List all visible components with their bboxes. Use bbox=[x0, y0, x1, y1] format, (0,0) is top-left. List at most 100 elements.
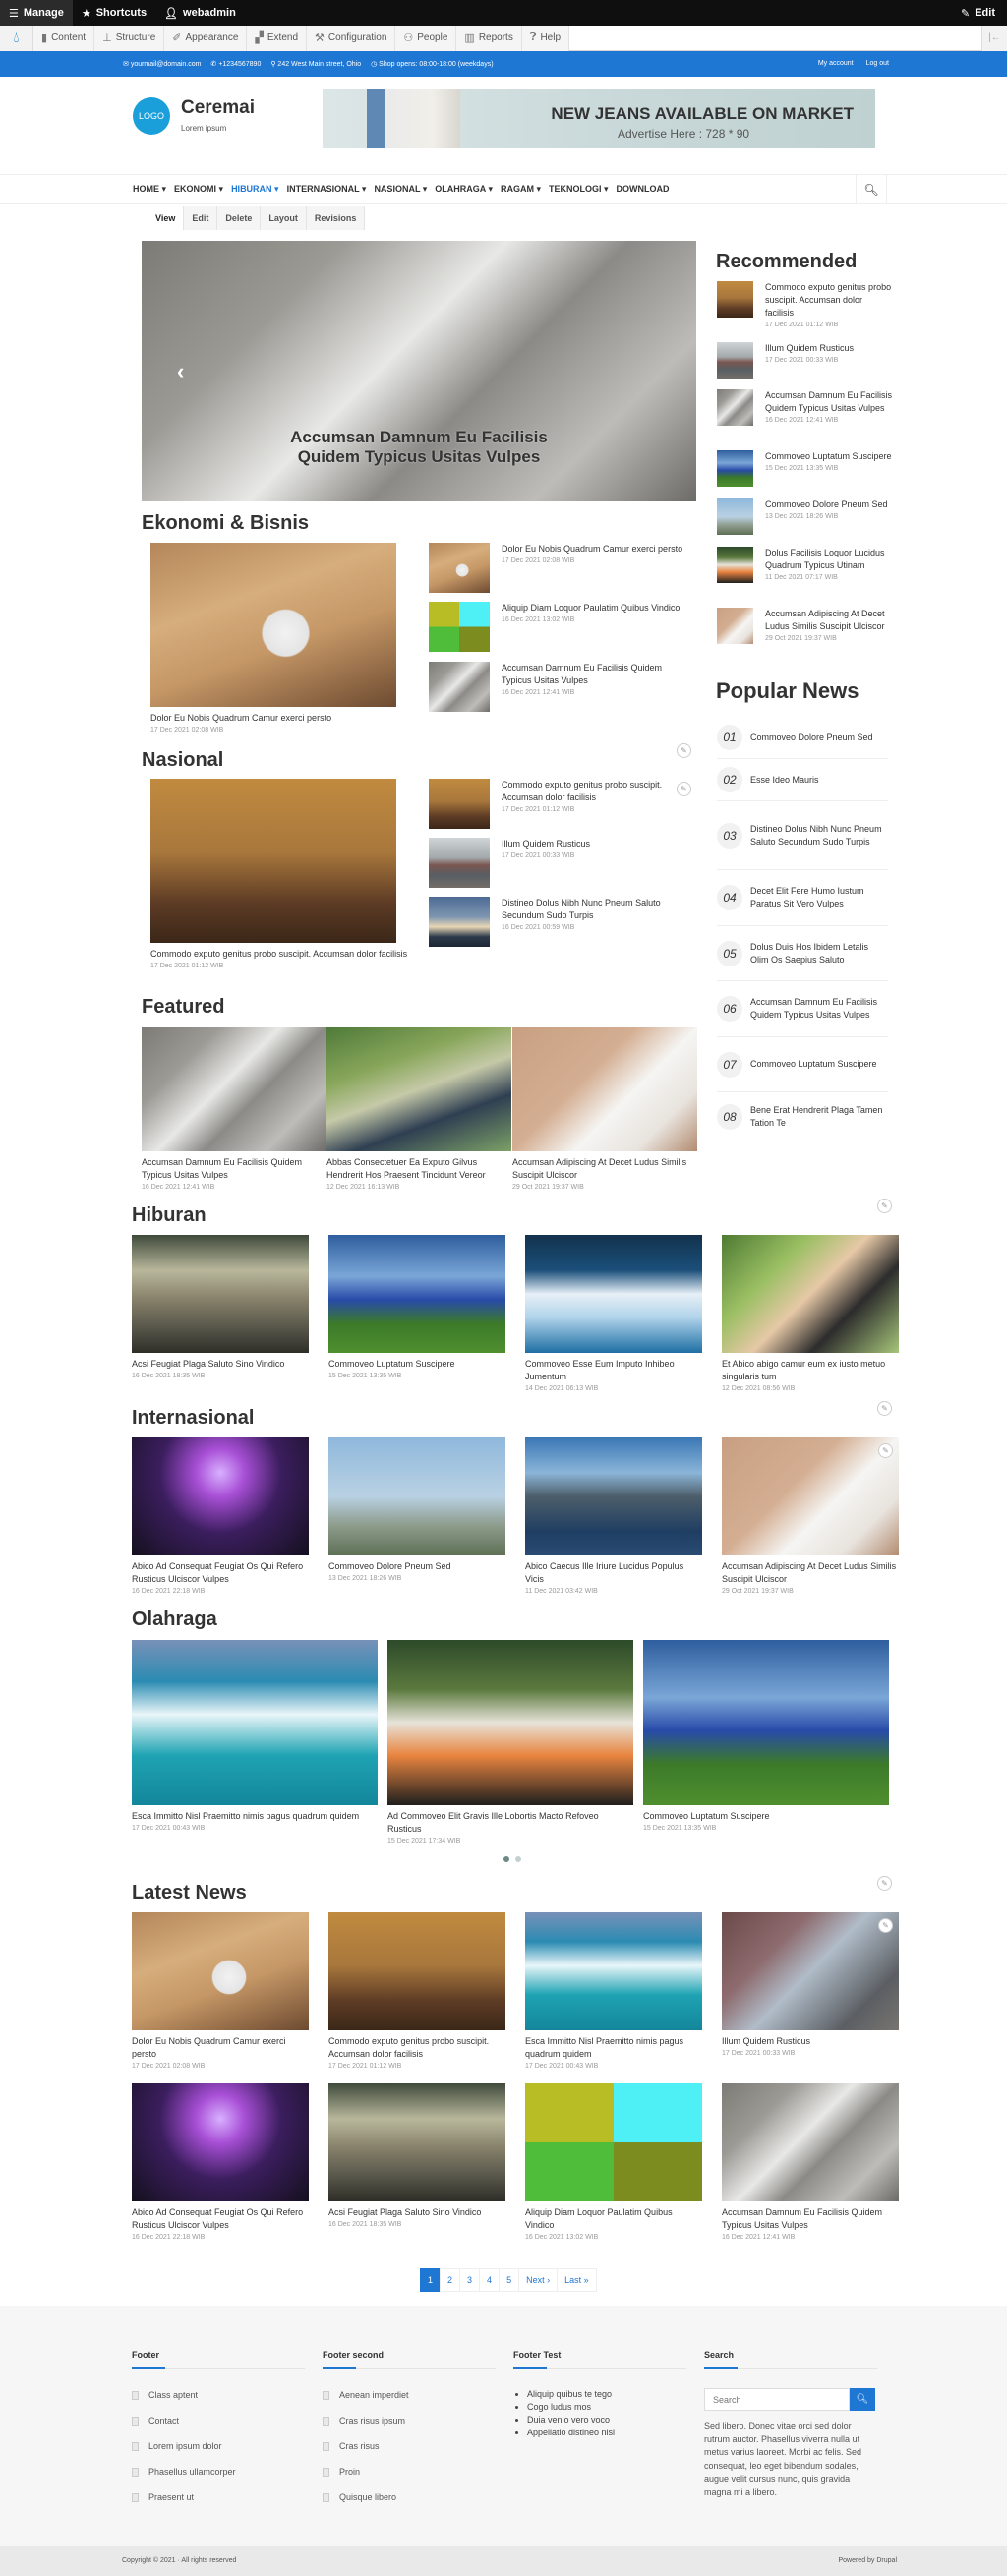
article-image[interactable] bbox=[387, 1640, 633, 1805]
nav-home[interactable]: HOME ▾ bbox=[133, 184, 166, 195]
article-image[interactable] bbox=[132, 1437, 309, 1555]
article-image[interactable] bbox=[512, 1027, 697, 1151]
article-title[interactable]: Accumsan Damnum Eu Facilisis Quidem Typi… bbox=[142, 1156, 328, 1182]
popular-item[interactable]: 02 Esse Ideo Mauris bbox=[717, 759, 888, 801]
article-title[interactable]: Abbas Consectetuer Ea Exputo Gilvus Hend… bbox=[326, 1156, 513, 1182]
popular-title[interactable]: Distineo Dolus Nibh Nunc Pneum Saluto Se… bbox=[750, 823, 888, 849]
page-2[interactable]: 2 bbox=[440, 2268, 461, 2292]
edit-pencil-icon[interactable]: ✎ bbox=[878, 1443, 893, 1458]
popular-item[interactable]: 08 Bene Erat Hendrerit Plaga Tamen Tation… bbox=[717, 1092, 888, 1142]
footer-link[interactable]: Praesent ut bbox=[132, 2492, 305, 2518]
edit-block-pencil-icon[interactable]: ✎ bbox=[677, 782, 691, 796]
article-image[interactable] bbox=[132, 2083, 309, 2201]
featured-card[interactable]: Abbas Consectetuer Ea Exputo Gilvus Hend… bbox=[326, 1027, 513, 1193]
article-image[interactable] bbox=[328, 1437, 505, 1555]
list-item[interactable]: Accumsan Damnum Eu Facilisis Quidem Typi… bbox=[717, 389, 893, 426]
edit-block-pencil-icon[interactable]: ✎ bbox=[877, 1401, 892, 1416]
popular-title[interactable]: Bene Erat Hendrerit Plaga Tamen Tation T… bbox=[750, 1104, 888, 1130]
article-image[interactable] bbox=[525, 1912, 702, 2030]
article-thumb[interactable] bbox=[429, 662, 490, 712]
article-title[interactable]: Commodo exputo genitus probo suscipit. A… bbox=[502, 779, 683, 804]
article-image[interactable] bbox=[142, 1027, 326, 1151]
nav-download[interactable]: DOWNLOAD bbox=[617, 184, 670, 195]
grid-card[interactable]: Abico Ad Consequat Feugiat Os Qui Refero… bbox=[132, 1437, 309, 1597]
powered-by-link[interactable]: Powered by Drupal bbox=[838, 2557, 897, 2564]
carousel-dot-1[interactable] bbox=[504, 1856, 509, 1862]
grid-card[interactable]: Commoveo Esse Eum Imputo Inhibeo Jumentu… bbox=[525, 1235, 702, 1394]
article-title[interactable]: Acsi Feugiat Plaga Saluto Sino Vindico bbox=[132, 1358, 309, 1371]
list-item[interactable]: Dolor Eu Nobis Quadrum Camur exerci pers… bbox=[429, 543, 683, 593]
footer-list-item[interactable]: Aliquip quibus te tego bbox=[527, 2388, 686, 2401]
article-title[interactable]: Commoveo Luptatum Suscipere bbox=[328, 1358, 505, 1371]
article-title[interactable]: Illum Quidem Rusticus bbox=[765, 342, 893, 355]
footer-link[interactable]: Quisque libero bbox=[323, 2492, 496, 2518]
article-image[interactable] bbox=[525, 2083, 702, 2201]
site-logo[interactable]: LOGO bbox=[133, 97, 170, 135]
popular-item[interactable]: 03 Distineo Dolus Nibh Nunc Pneum Saluto … bbox=[717, 801, 888, 870]
article-title[interactable]: Abico Caecus Ille Iriure Lucidus Populus… bbox=[525, 1560, 702, 1586]
popular-item[interactable]: 05 Dolus Duis Hos Ibidem Letalis Olim Os … bbox=[717, 926, 888, 981]
hero-slider[interactable]: ‹ Accumsan Damnum Eu Facilisis Quidem Ty… bbox=[142, 241, 696, 501]
list-item[interactable]: Commodo exputo genitus probo suscipit. A… bbox=[717, 281, 893, 330]
grid-card[interactable]: Accumsan Damnum Eu Facilisis Quidem Typi… bbox=[722, 2083, 899, 2243]
popular-title[interactable]: Dolus Duis Hos Ibidem Letalis Olim Os Sa… bbox=[750, 941, 888, 966]
edit-block-pencil-icon[interactable]: ✎ bbox=[677, 743, 691, 758]
nav-teknologi[interactable]: TEKNOLOGI ▾ bbox=[549, 184, 609, 195]
grid-card[interactable]: Aliquip Diam Loquor Paulatim Quibus Vind… bbox=[525, 2083, 702, 2243]
grid-card[interactable]: Commoveo Luptatum Suscipere 15 Dec 2021 1… bbox=[328, 1235, 505, 1381]
page-5[interactable]: 5 bbox=[499, 2268, 520, 2292]
popular-title[interactable]: Commoveo Dolore Pneum Sed bbox=[750, 732, 873, 744]
grid-card[interactable]: Dolor Eu Nobis Quadrum Camur exerci pers… bbox=[132, 1912, 309, 2072]
list-item[interactable]: Accumsan Damnum Eu Facilisis Quidem Typi… bbox=[429, 662, 683, 712]
article-title[interactable]: Dolus Facilisis Loquor Lucidus Quadrum T… bbox=[765, 547, 893, 572]
article-title[interactable]: Accumsan Adipiscing At Decet Ludus Simil… bbox=[722, 1560, 899, 1586]
footer-list-item[interactable]: Cogo ludus mos bbox=[527, 2401, 686, 2414]
edit-block-pencil-icon[interactable]: ✎ bbox=[877, 1199, 892, 1213]
footer-search-button[interactable]: 🔍︎ bbox=[850, 2388, 875, 2411]
user-button[interactable]: 👤︎ webadmin bbox=[155, 0, 245, 26]
list-item[interactable]: Accumsan Adipiscing At Decet Ludus Simil… bbox=[717, 608, 893, 644]
article-title[interactable]: Illum Quidem Rusticus bbox=[502, 838, 683, 850]
grid-card[interactable]: Commodo exputo genitus probo suscipit. A… bbox=[328, 1912, 505, 2072]
article-image[interactable]: ✎ bbox=[722, 1437, 899, 1555]
article-title[interactable]: Abico Ad Consequat Feugiat Os Qui Refero… bbox=[132, 2206, 309, 2232]
footer-link[interactable]: Contact bbox=[132, 2416, 305, 2441]
article-image[interactable] bbox=[328, 1235, 505, 1353]
article-thumb[interactable] bbox=[429, 897, 490, 947]
article-title[interactable]: Abico Ad Consequat Feugiat Os Qui Refero… bbox=[132, 1560, 309, 1586]
article-title[interactable]: Et Abico abigo camur eum ex iusto metuo … bbox=[722, 1358, 899, 1383]
article-title[interactable]: Illum Quidem Rusticus bbox=[722, 2035, 899, 2048]
nav-ekonomi[interactable]: EKONOMI ▾ bbox=[174, 184, 223, 195]
article-image[interactable]: ✎ bbox=[722, 1912, 899, 2030]
footer-link[interactable]: Lorem ipsum dolor bbox=[132, 2441, 305, 2467]
page-1[interactable]: 1 bbox=[420, 2268, 442, 2292]
search-icon[interactable]: 🔍︎ bbox=[856, 175, 887, 204]
article-thumb[interactable] bbox=[717, 608, 753, 644]
article-title[interactable]: Accumsan Damnum Eu Facilisis Quidem Typi… bbox=[502, 662, 683, 687]
list-item[interactable]: Commodo exputo genitus probo suscipit. A… bbox=[429, 779, 683, 829]
collapse-tray-icon[interactable]: |← bbox=[981, 25, 1007, 51]
grid-card[interactable]: Abico Ad Consequat Feugiat Os Qui Refero… bbox=[132, 2083, 309, 2243]
next-page[interactable]: Next › bbox=[518, 2268, 559, 2292]
article-image[interactable] bbox=[722, 1235, 899, 1353]
list-item[interactable]: Distineo Dolus Nibh Nunc Pneum Saluto Se… bbox=[429, 897, 683, 947]
footer-search-input[interactable] bbox=[704, 2388, 850, 2411]
popular-item[interactable]: 07 Commoveo Luptatum Suscipere bbox=[717, 1037, 888, 1092]
article-title[interactable]: Aliquip Diam Loquor Paulatim Quibus Vind… bbox=[502, 602, 683, 615]
my-account-link[interactable]: My account bbox=[818, 60, 854, 67]
tab-layout[interactable]: Layout bbox=[261, 206, 307, 230]
nav-nasional[interactable]: NASIONAL ▾ bbox=[374, 184, 427, 195]
grid-card[interactable]: Et Abico abigo camur eum ex iusto metuo … bbox=[722, 1235, 899, 1394]
footer-list-item[interactable]: Appellatio distineo nisl bbox=[527, 2427, 686, 2439]
article-image[interactable] bbox=[326, 1027, 511, 1151]
grid-card[interactable]: Commoveo Dolore Pneum Sed 13 Dec 2021 18:… bbox=[328, 1437, 505, 1584]
grid-card[interactable]: ✎ Accumsan Adipiscing At Decet Ludus Simi… bbox=[722, 1437, 899, 1597]
nav-internasional[interactable]: INTERNASIONAL ▾ bbox=[287, 184, 367, 195]
article-thumb[interactable] bbox=[717, 547, 753, 583]
article-thumb[interactable] bbox=[429, 602, 490, 652]
footer-link[interactable]: Cras risus ipsum bbox=[323, 2416, 496, 2441]
carousel-card[interactable]: Esca Immitto Nisl Praemitto nimis pagus … bbox=[132, 1640, 378, 1834]
carousel-card[interactable]: Ad Commoveo Elit Gravis Ille Lobortis Ma… bbox=[387, 1640, 633, 1846]
log-out-link[interactable]: Log out bbox=[866, 60, 889, 67]
tab-revisions[interactable]: Revisions bbox=[307, 206, 366, 230]
